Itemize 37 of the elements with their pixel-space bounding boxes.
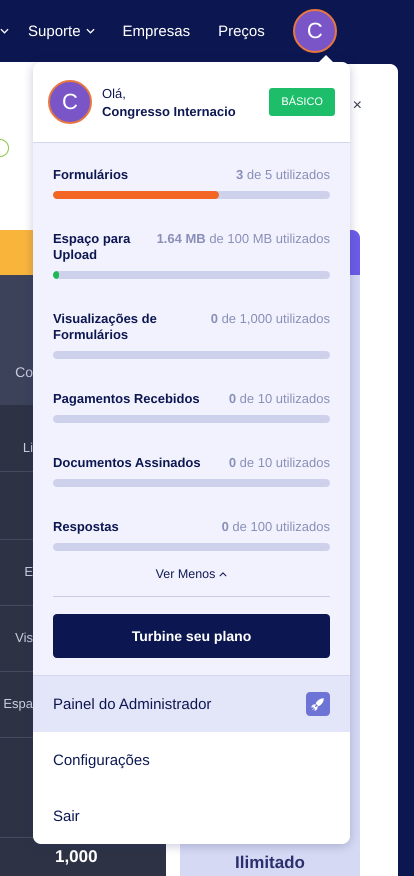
plan-badge: BÁSICO: [269, 88, 335, 116]
caret-icon: [86, 28, 95, 34]
usage-count: 3 de 5 utilizados: [236, 167, 330, 183]
row-label: Li: [22, 440, 33, 455]
rocket-icon: [306, 692, 330, 716]
usage-count: 0 de 10 utilizados: [228, 455, 330, 471]
user-avatar: C: [48, 80, 92, 124]
usage-label: Respostas: [53, 519, 119, 535]
usage-label: Formulários: [53, 167, 128, 183]
usage-label: Pagamentos Recebidos: [53, 391, 200, 407]
nav-link[interactable]: Empresas: [122, 22, 190, 40]
menu-item[interactable]: Painel do Administrador: [33, 675, 350, 732]
user-name: Congresso Internacio: [102, 104, 237, 118]
close-icon[interactable]: ×: [352, 98, 362, 114]
nav-link[interactable]: Suporte: [28, 22, 95, 40]
usage-count: 0 de 100 utilizados: [222, 519, 330, 535]
usage-label: Espaço para Upload: [53, 231, 132, 263]
row-label: Espa: [2, 696, 33, 711]
upgrade-button[interactable]: Turbine seu plano: [53, 614, 330, 658]
table-cell: Ilimitado: [235, 853, 305, 873]
column-label: Co: [14, 364, 33, 380]
usage-count: 0 de 10 utilizados: [228, 391, 330, 407]
usage-label: Visualizações de Formulários: [53, 311, 158, 343]
show-less-link[interactable]: Ver Menos: [156, 567, 228, 581]
row-label: Vis: [14, 630, 33, 645]
row-label: E: [23, 564, 33, 579]
chevron-up-icon: [219, 572, 228, 576]
caret-icon[interactable]: [0, 28, 9, 34]
user-avatar[interactable]: C: [292, 9, 337, 53]
menu-item[interactable]: Configurações: [33, 732, 350, 788]
usage-count: 1.64 MB de 100 MB utilizados: [156, 231, 330, 247]
greeting-text: Olá,: [102, 86, 127, 100]
nav-link[interactable]: Preços: [218, 22, 265, 40]
menu-item[interactable]: Sair: [33, 788, 350, 844]
usage-count: 0 de 1,000 utilizados: [210, 311, 330, 327]
usage-label: Documentos Assinados: [53, 455, 201, 471]
table-cell: 1,000: [55, 847, 98, 867]
